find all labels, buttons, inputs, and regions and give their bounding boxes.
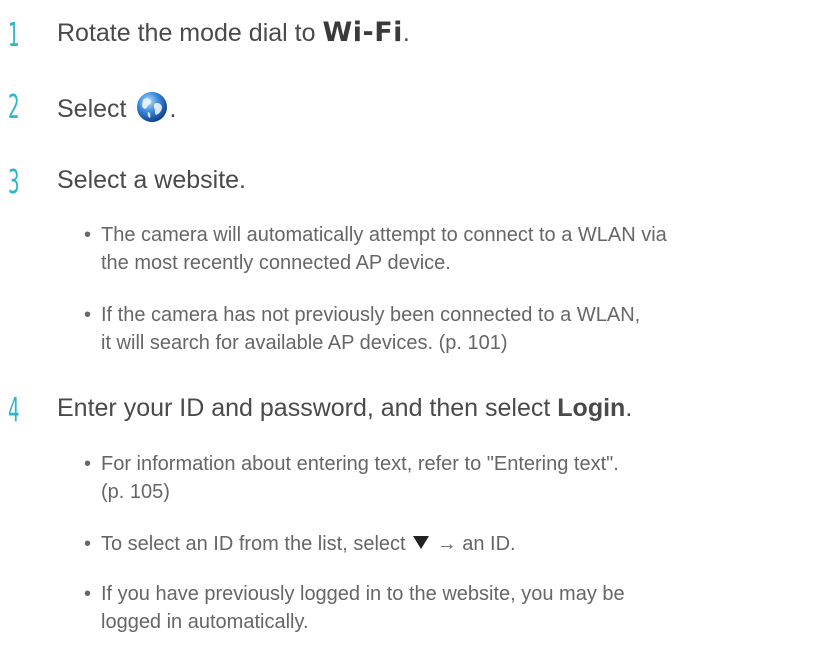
bullet-item: • If the camera has not previously been … — [84, 301, 804, 357]
bullet-item: • For information about entering text, r… — [84, 450, 804, 506]
bullet-text: To select an ID from the list, select → … — [84, 530, 804, 558]
step-text: Rotate the mode dial to Wi-Fi. — [57, 18, 410, 48]
bullet-item: • To select an ID from the list, select … — [84, 530, 804, 558]
bullet-line: logged in automatically. — [101, 611, 309, 633]
step-text-after: . — [169, 95, 177, 123]
step-text: Select . — [57, 90, 176, 124]
step-text-after: . — [402, 19, 410, 47]
bullet-text-after: an ID. — [456, 533, 516, 555]
bullet-text: For information about entering text, ref… — [84, 450, 804, 506]
step-number: 3 — [8, 162, 20, 201]
bullet-line: The camera will automatically attempt to… — [101, 224, 667, 246]
bullet-text: If the camera has not previously been co… — [84, 301, 804, 357]
step-text-before: Enter your ID and password, and then sel… — [57, 394, 558, 422]
bullet-text-before: To select an ID from the list, select — [101, 533, 412, 555]
step-text-before: Rotate the mode dial to — [57, 19, 323, 47]
bullet-line: it will search for available AP devices.… — [101, 332, 508, 354]
bullet-dot: • — [84, 224, 92, 246]
bullet-line: (p. 105) — [101, 481, 170, 503]
step-text-before: Select — [57, 95, 134, 123]
bullet-line: the most recently connected AP device. — [101, 252, 451, 274]
arrow-glyph: → — [436, 533, 457, 555]
step-text: Enter your ID and password, and then sel… — [57, 393, 632, 423]
bullet-text: The camera will automatically attempt to… — [84, 221, 804, 277]
step-text-after: . — [625, 394, 633, 422]
step-text: Select a website. — [57, 166, 246, 194]
bullet-line: For information about entering text, ref… — [101, 453, 619, 475]
bullet-text: If you have previously logged in to the … — [84, 580, 804, 636]
bullet-dot: • — [84, 583, 92, 605]
step-number: 1 — [8, 15, 20, 54]
step-number: 2 — [8, 87, 20, 126]
step-number: 4 — [8, 390, 20, 429]
bullet-item: • The camera will automatically attempt … — [84, 221, 804, 277]
bullet-item: • If you have previously logged in to th… — [84, 580, 804, 636]
bullet-dot: • — [84, 304, 92, 326]
wifi-mode-label: Wi-Fi — [322, 17, 403, 48]
globe-icon — [135, 90, 169, 124]
bullet-line: If the camera has not previously been co… — [101, 304, 641, 326]
bullet-dot: • — [84, 453, 92, 475]
login-label: Login — [557, 394, 626, 422]
down-triangle-icon — [413, 536, 430, 549]
bullet-dot: • — [84, 533, 92, 555]
bullet-line: If you have previously logged in to the … — [101, 583, 625, 605]
